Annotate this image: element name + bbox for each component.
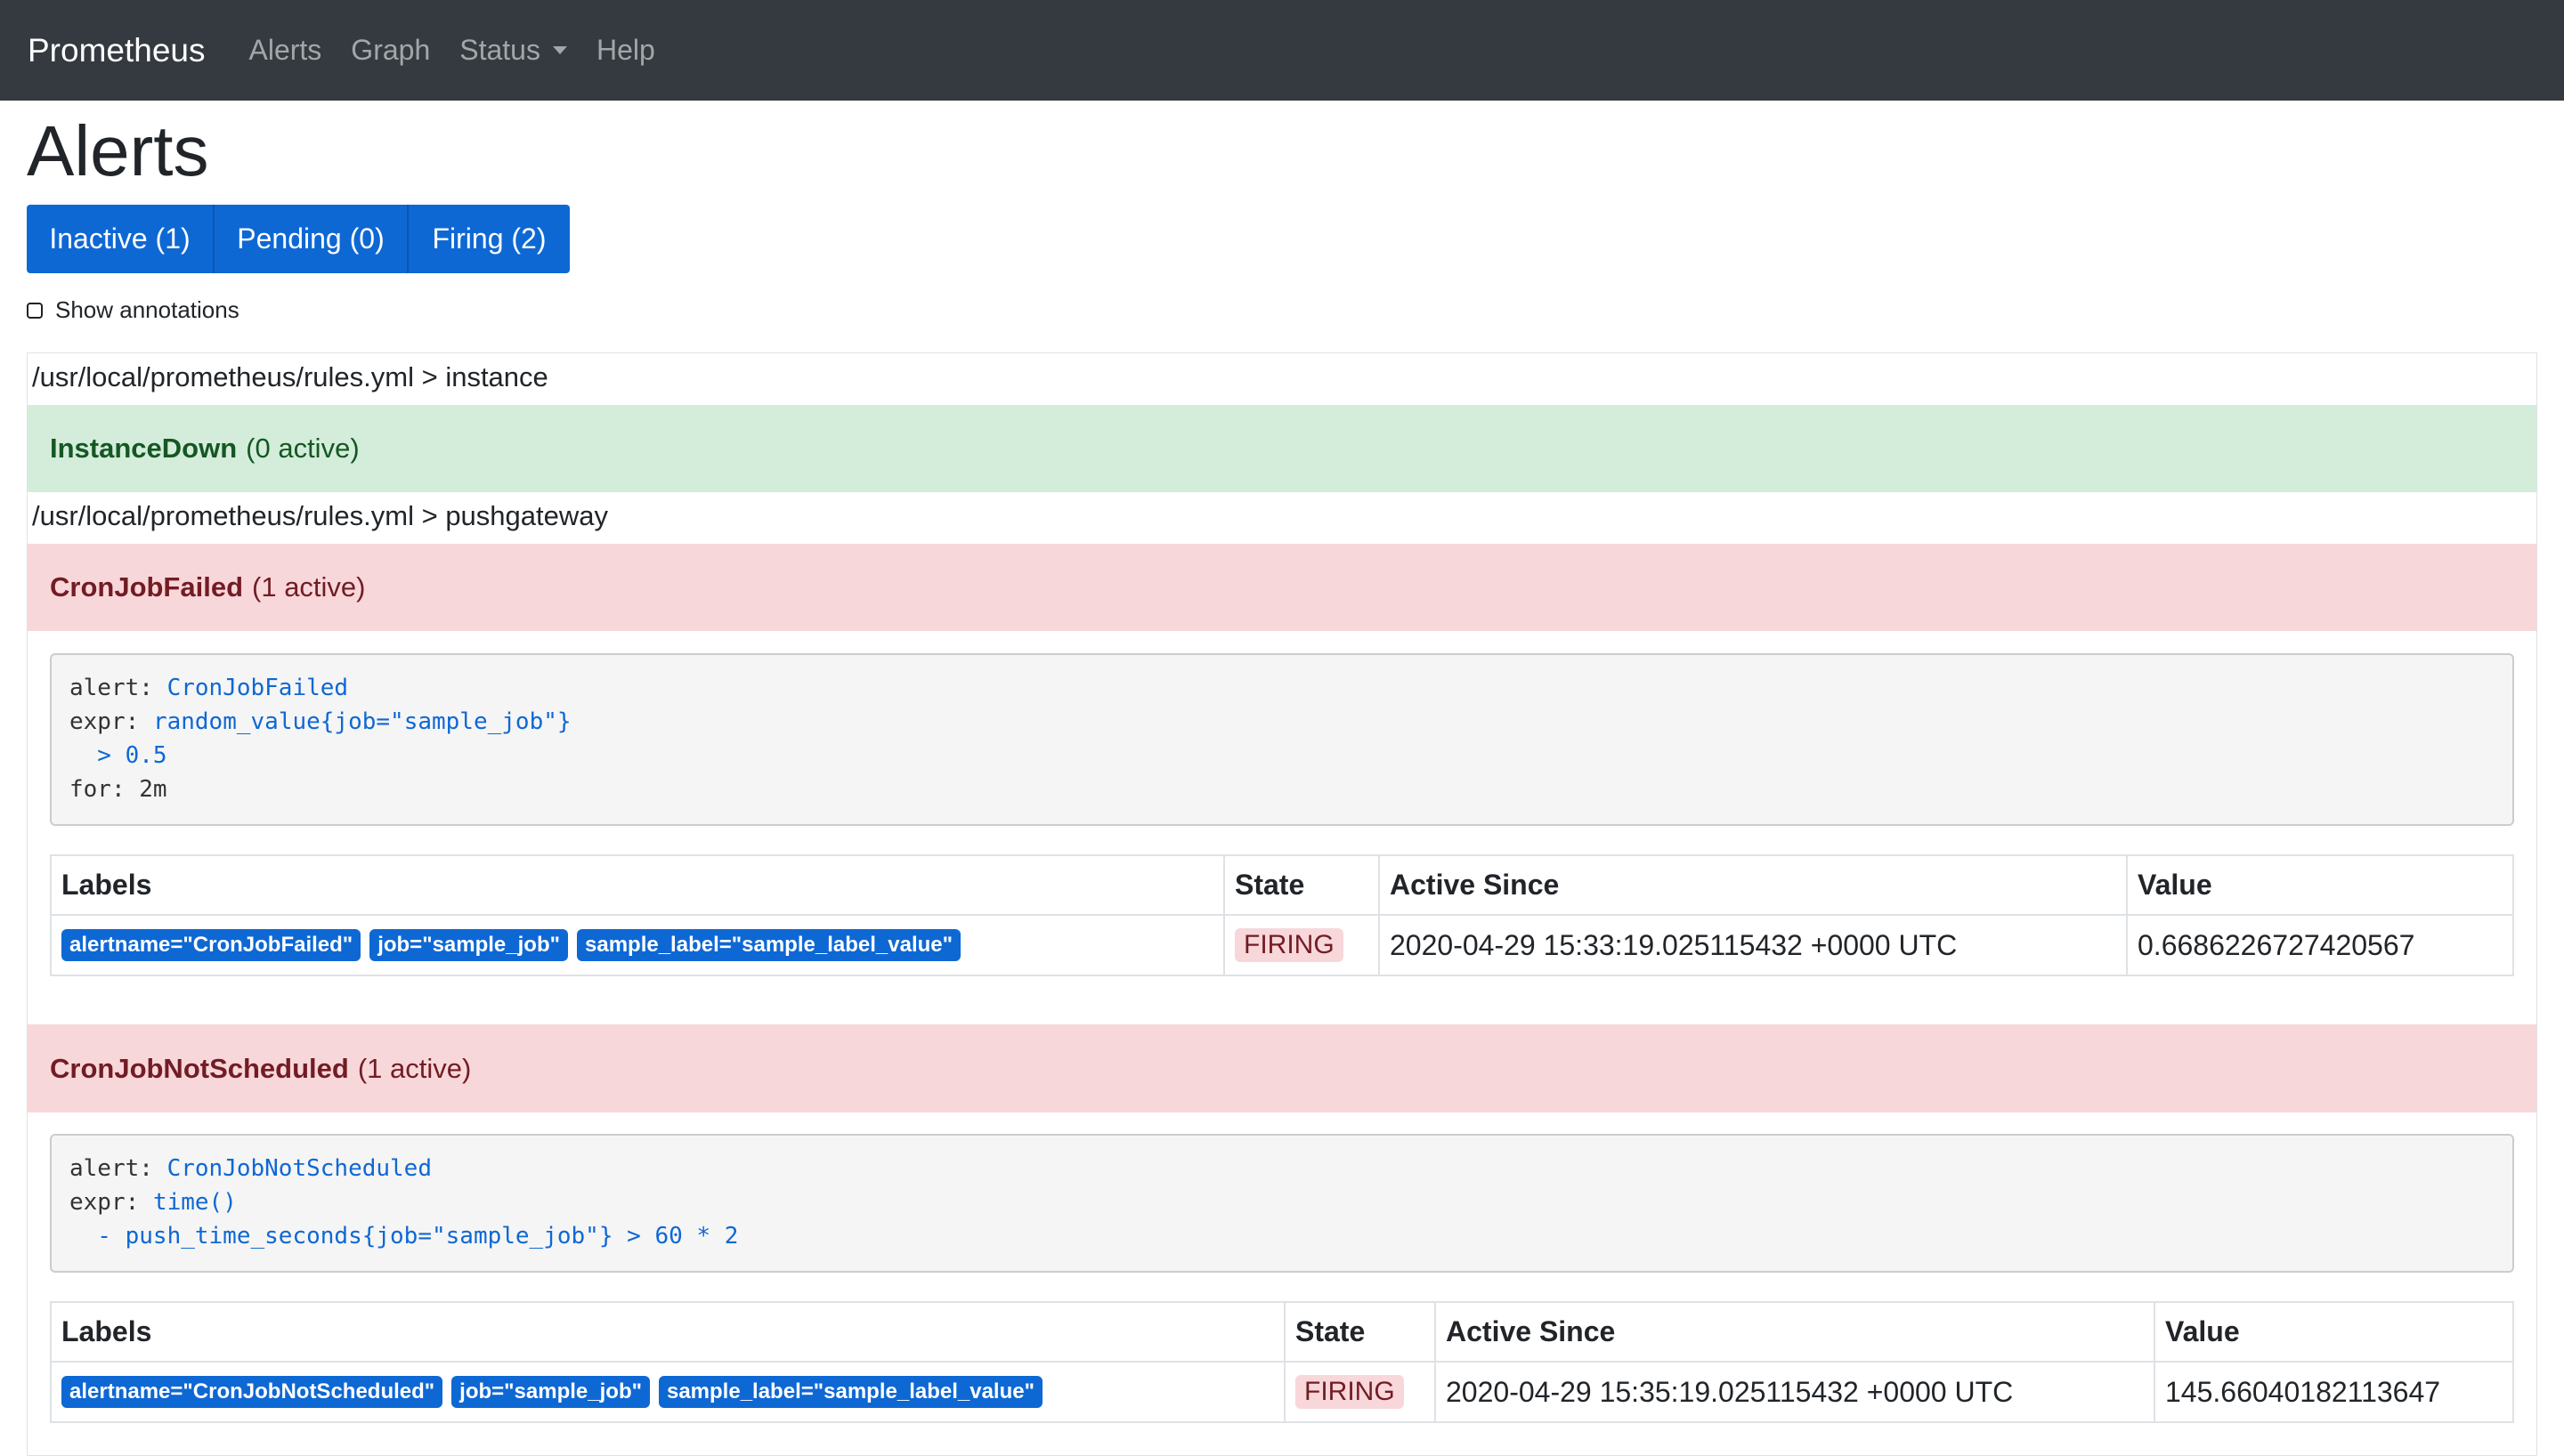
column-header-value: Value: [2165, 1315, 2240, 1347]
column-header-state: State: [1286, 1303, 1436, 1361]
rule-active-count: (0 active): [246, 433, 360, 464]
rule-active-count: (1 active): [252, 571, 366, 603]
definition-key: expr:: [69, 708, 140, 735]
definition-key: alert:: [69, 1155, 153, 1182]
table-header-row: Labels State Active Since Value: [52, 856, 2512, 916]
column-header-value: Value: [2138, 869, 2212, 901]
navbar: Prometheus Alerts Graph Status Help: [0, 0, 2564, 101]
definition-expr-value[interactable]: time(): [153, 1189, 237, 1216]
definition-expr-value[interactable]: random_value{job="sample_job"}: [153, 708, 572, 735]
rule-group-path: /usr/local/prometheus/rules.yml > instan…: [32, 361, 548, 392]
state-badge: FIRING: [1235, 928, 1343, 962]
definition-expr-line: expr: time(): [69, 1185, 2495, 1219]
page-title: Alerts: [27, 111, 209, 190]
state-cell: FIRING: [1286, 1363, 1436, 1421]
filter-inactive-button[interactable]: Inactive (1): [27, 205, 215, 273]
state-filter-group: Inactive (1) Pending (0) Firing (2): [27, 205, 570, 273]
show-annotations-toggle[interactable]: Show annotations: [27, 296, 239, 324]
definition-alert-value[interactable]: CronJobFailed: [167, 675, 349, 701]
definition-alert-value[interactable]: CronJobNotScheduled: [167, 1155, 432, 1182]
rule-definition: alert: CronJobNotScheduled expr: time() …: [50, 1134, 2514, 1273]
labels-cell: alertname="CronJobNotScheduled" job="sam…: [52, 1363, 1286, 1421]
label-badge: job="sample_job": [369, 929, 568, 961]
show-annotations-checkbox[interactable]: [27, 302, 43, 319]
label-badge: job="sample_job": [451, 1376, 650, 1408]
column-header-state: State: [1225, 856, 1380, 914]
label-badge: alertname="CronJobNotScheduled": [61, 1376, 443, 1408]
table-header-row: Labels State Active Since Value: [52, 1303, 2512, 1363]
rule-name: CronJobFailed: [50, 571, 244, 603]
rule-header-cronjobnotscheduled[interactable]: CronJobNotScheduled (1 active): [28, 1024, 2536, 1112]
active-alerts-table: Labels State Active Since Value alertnam…: [50, 854, 2514, 976]
value-cell: 145.66040182113647: [2165, 1375, 2441, 1408]
active-since-cell: 2020-04-29 15:33:19.025115432 +0000 UTC: [1380, 916, 2128, 975]
chevron-down-icon: [552, 46, 567, 54]
column-header-labels: Labels: [52, 1303, 1286, 1361]
definition-alert-line: alert: CronJobFailed: [69, 671, 2495, 705]
filter-pending-button[interactable]: Pending (0): [215, 205, 409, 273]
nav-help[interactable]: Help: [596, 34, 655, 67]
rule-header-cronjobfailed[interactable]: CronJobFailed (1 active): [28, 544, 2536, 631]
labels-cell: alertname="CronJobFailed" job="sample_jo…: [52, 916, 1225, 975]
nav-graph[interactable]: Graph: [351, 34, 430, 67]
state-cell: FIRING: [1225, 916, 1380, 975]
brand-link[interactable]: Prometheus: [28, 32, 206, 69]
table-row: alertname="CronJobFailed" job="sample_jo…: [52, 916, 2512, 975]
filter-firing-button[interactable]: Firing (2): [409, 205, 570, 273]
column-header-active-since: Active Since: [1436, 1303, 2155, 1361]
definition-key: alert:: [69, 675, 153, 701]
nav-status-label: Status: [459, 34, 540, 66]
rule-name: InstanceDown: [50, 433, 238, 464]
show-annotations-label: Show annotations: [55, 296, 239, 323]
column-header-labels: Labels: [52, 856, 1225, 914]
rule-header-instancedown[interactable]: InstanceDown (0 active): [28, 405, 2536, 492]
nav-alerts[interactable]: Alerts: [249, 34, 322, 67]
definition-for-line: for: 2m: [69, 776, 167, 803]
definition-key: expr:: [69, 1189, 140, 1216]
label-badge: alertname="CronJobFailed": [61, 929, 361, 961]
rule-active-count: (1 active): [357, 1052, 472, 1084]
rule-definition: alert: CronJobFailed expr: random_value{…: [50, 653, 2514, 826]
rule-name: CronJobNotScheduled: [50, 1052, 349, 1084]
definition-expr-continuation[interactable]: - push_time_seconds{job="sample_job"} > …: [69, 1219, 2495, 1253]
definition-expr-continuation[interactable]: > 0.5: [69, 739, 2495, 772]
nav-status-dropdown[interactable]: Status: [459, 34, 567, 67]
value-cell: 0.6686226727420567: [2138, 928, 2415, 961]
definition-alert-line: alert: CronJobNotScheduled: [69, 1152, 2495, 1185]
definition-expr-line: expr: random_value{job="sample_job"}: [69, 705, 2495, 739]
label-badge: sample_label="sample_label_value": [577, 929, 961, 961]
table-row: alertname="CronJobNotScheduled" job="sam…: [52, 1363, 2512, 1421]
active-alerts-table: Labels State Active Since Value alertnam…: [50, 1301, 2514, 1423]
column-header-active-since: Active Since: [1380, 856, 2128, 914]
rule-group-path: /usr/local/prometheus/rules.yml > pushga…: [32, 500, 609, 531]
state-badge: FIRING: [1295, 1375, 1404, 1409]
active-since-cell: 2020-04-29 15:35:19.025115432 +0000 UTC: [1436, 1363, 2155, 1421]
label-badge: sample_label="sample_label_value": [658, 1376, 1043, 1408]
